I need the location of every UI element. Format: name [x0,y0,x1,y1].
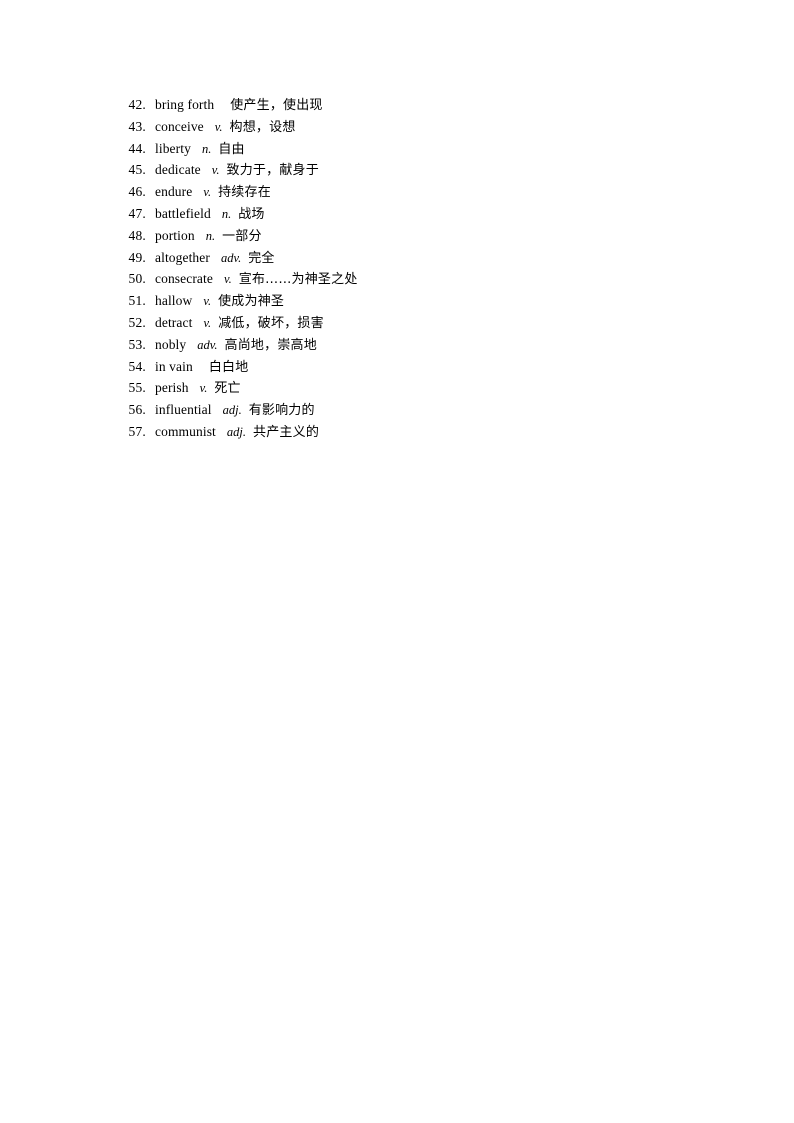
vocabulary-entry: 50. consecrate v. 宣布……为神圣之处 [122,268,722,290]
entry-term: bring forth [155,97,215,112]
entry-chinese-gloss: 白白地 [208,359,249,375]
entry-chinese-gloss: 战场 [238,206,265,222]
entry-number: 55. [128,380,146,396]
entry-part-of-speech: n. [205,228,216,243]
entry-term: endure [155,184,193,200]
entry-term: influential [155,402,212,418]
entry-number: 48. [128,227,146,243]
vocabulary-entry: 46. endure v. 持续存在 [122,181,722,203]
entry-number: 57. [128,423,146,439]
entry-part-of-speech: v. [214,119,223,134]
entry-part-of-speech: v. [223,272,232,287]
entry-term: perish [155,380,189,396]
entry-term: detract [155,314,193,330]
vocabulary-entry: 53. nobly adv. 高尚地，崇高地 [122,334,722,356]
entry-chinese-gloss: 完全 [248,250,275,266]
entry-term: dedicate [155,162,201,178]
entry-chinese-gloss: 自由 [218,141,245,157]
entry-term: battlefield [155,205,211,221]
entry-number: 44. [128,140,146,156]
vocabulary-entry: 49. altogether adv. 完全 [122,247,722,269]
entry-part-of-speech: adj. [226,424,247,439]
entry-number: 45. [128,162,146,178]
entry-number: 53. [128,336,146,352]
entry-number: 52. [128,314,146,330]
entry-term: in vain [155,358,193,374]
entry-term: liberty [155,140,191,156]
entry-term: consecrate [155,271,213,287]
entry-number: 56. [128,402,146,418]
entry-part-of-speech: adj. [222,403,242,418]
entry-number: 54. [128,358,146,374]
entry-term: altogether [155,249,210,265]
entry-chinese-gloss: 构想，设想 [229,119,296,135]
entry-part-of-speech: n. [201,141,212,156]
entry-term: nobly [155,336,187,352]
entry-chinese-gloss: 使成为神圣 [218,294,285,310]
entry-part-of-speech: v. [199,381,208,396]
vocabulary-entry: 48. portion n. 一部分 [122,225,722,247]
vocabulary-entry: 57. communist adj. 共产主义的 [122,421,722,443]
entry-term: conceive [155,118,204,134]
vocabulary-entry: 44. liberty n. 自由 [122,138,722,160]
entry-chinese-gloss: 减低，破坏，损害 [218,315,324,331]
vocabulary-entry: 42. bring forth 使产生，使出现 [122,94,722,116]
entry-part-of-speech: v. [203,294,212,309]
entry-part-of-speech: v. [211,163,220,178]
entry-chinese-gloss: 共产主义的 [253,424,320,440]
entry-part-of-speech: v. [203,315,212,330]
vocabulary-entry: 47. battlefield n. 战场 [122,203,722,225]
entry-part-of-speech: adv. [197,337,218,352]
entry-term: communist [155,423,216,439]
entry-chinese-gloss: 死亡 [214,381,241,397]
entry-number: 46. [128,184,146,200]
vocabulary-entry: 45. dedicate v. 致力于，献身于 [122,159,722,181]
document-page: 42. bring forth 使产生，使出现 43. conceive v. 构想，设想 4… [0,0,794,1123]
entry-part-of-speech: v. [203,185,212,200]
entry-number: 51. [128,293,146,309]
entry-chinese-gloss: 使产生，使出现 [230,98,323,113]
entry-term: hallow [155,293,193,309]
entry-chinese-gloss: 致力于，献身于 [226,163,319,179]
vocabulary-entry: 56. influential adj. 有影响力的 [122,399,722,421]
entry-term: portion [155,227,195,243]
entry-chinese-gloss: 宣布……为神圣之处 [238,272,358,288]
entry-part-of-speech: n. [221,206,232,221]
vocabulary-entry: 55. perish v. 死亡 [122,377,722,399]
vocabulary-entry: 51. hallow v. 使成为神圣 [122,290,722,312]
vocabulary-list: 42. bring forth 使产生，使出现 43. conceive v. 构想，设想 4… [122,94,722,443]
entry-chinese-gloss: 持续存在 [218,185,271,201]
vocabulary-entry: 43. conceive v. 构想，设想 [122,116,722,138]
entry-number: 42. [128,97,146,112]
entry-part-of-speech: adv. [220,250,242,265]
entry-chinese-gloss: 一部分 [222,228,262,244]
entry-chinese-gloss: 高尚地，崇高地 [224,337,317,353]
entry-number: 47. [128,205,146,221]
entry-number: 49. [128,249,146,265]
vocabulary-entry: 52. detract v. 减低，破坏，损害 [122,312,722,334]
entry-number: 43. [128,118,146,134]
vocabulary-entry: 54. in vain 白白地 [122,356,722,378]
entry-chinese-gloss: 有影响力的 [248,403,315,419]
entry-number: 50. [128,271,146,287]
